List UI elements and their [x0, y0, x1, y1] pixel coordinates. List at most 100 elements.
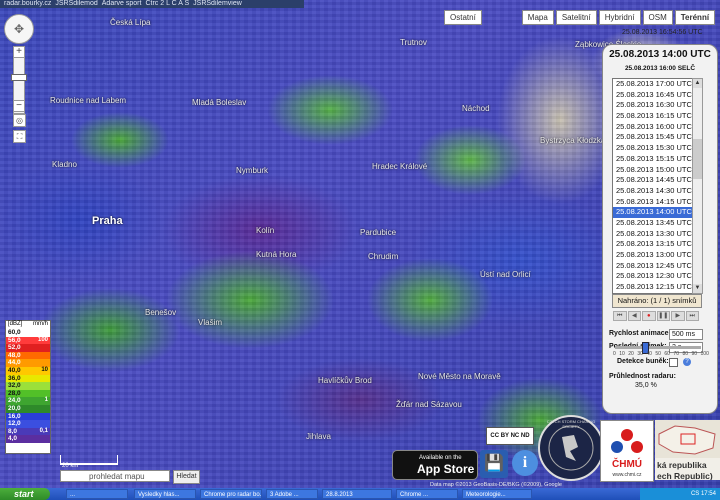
- chmu-logo[interactable]: ČHMÚ www.chmi.cz: [600, 420, 654, 482]
- map-type-hybrid-button[interactable]: Hybridní: [598, 10, 641, 25]
- taskbar-task[interactable]: 3 Adobe ...: [266, 489, 318, 499]
- city-label: Kutná Hora: [256, 250, 297, 259]
- first-frame-icon[interactable]: ⏮: [613, 311, 627, 321]
- map-type-satellite-button[interactable]: Satelitní: [555, 10, 597, 25]
- time-list-item[interactable]: 25.08.2013 13:15 UTC: [613, 239, 693, 250]
- opacity-tick: 20: [628, 351, 634, 357]
- map-scale-label: 20 km: [62, 463, 79, 469]
- legend-row: 28,0: [6, 389, 50, 398]
- taskbar-task[interactable]: 28.8.2013: [322, 489, 392, 499]
- load-frames-button[interactable]: Nahráno: (1 / 1) snímků: [612, 294, 702, 308]
- fullscreen-icon[interactable]: ⛶: [13, 130, 26, 143]
- opacity-slider-track[interactable]: [615, 346, 701, 349]
- legend-dbz-value: 60,0: [8, 329, 21, 336]
- pause-icon[interactable]: ❚❚: [656, 311, 670, 321]
- opacity-tick: 50: [655, 351, 661, 357]
- time-list-item[interactable]: 25.08.2013 14:30 UTC: [613, 186, 693, 197]
- legend-dbz-value: 8,0: [8, 427, 18, 435]
- map-type-terrain-button[interactable]: Terénní: [674, 10, 716, 25]
- pan-control[interactable]: ✥: [4, 14, 34, 44]
- cz-overview-map[interactable]: ká republika ech Republic): [655, 420, 720, 480]
- opacity-tick: 60: [664, 351, 670, 357]
- zoom-out-button[interactable]: −: [13, 100, 25, 112]
- time-list[interactable]: 25.08.2013 17:00 UTC 25.08.2013 16:45 UTC…: [612, 78, 694, 294]
- city-label: Pardubice: [360, 228, 397, 237]
- scroll-up-icon[interactable]: ▲: [693, 79, 702, 88]
- time-list-item[interactable]: 25.08.2013 12:30 UTC: [613, 271, 693, 282]
- location-icon[interactable]: ◎: [13, 114, 26, 127]
- city-label: Jihlava: [306, 432, 331, 441]
- browser-tab[interactable]: Čtrc 2 L C A S: [145, 0, 189, 8]
- storm-chasing-logo[interactable]: CZECH STORM CHASING SOCIETY: [538, 415, 604, 481]
- last-frame-icon[interactable]: ⏭: [685, 311, 699, 321]
- browser-tab[interactable]: radar.bourky.cz: [4, 0, 51, 8]
- animation-panel: 25.08.2013 14:00 UTC 25.08.2013 16:00 SE…: [602, 44, 718, 414]
- city-label: Náchod: [462, 104, 490, 113]
- time-list-item[interactable]: 25.08.2013 13:45 UTC: [613, 218, 693, 229]
- map-search-input[interactable]: prohledat mapu: [60, 470, 170, 482]
- cz-map-line1: ká republika: [657, 460, 707, 470]
- time-list-item[interactable]: 25.08.2013 15:15 UTC: [613, 154, 693, 165]
- taskbar-task[interactable]: Vysledky hlas...: [134, 489, 196, 499]
- time-list-item[interactable]: 25.08.2013 15:00 UTC: [613, 165, 693, 176]
- pan-arrows-icon: ✥: [13, 22, 25, 36]
- speed-select[interactable]: 500 ms: [669, 329, 703, 340]
- time-list-item[interactable]: 25.08.2013 16:00 UTC: [613, 122, 693, 133]
- legend-mmh-value: 1: [44, 397, 48, 404]
- windows-taskbar: start ... Vysledky hlas... Chrome pro rada…: [0, 488, 720, 500]
- city-label: Trutnov: [400, 38, 427, 47]
- play-icon[interactable]: ●: [642, 311, 656, 321]
- time-list-item[interactable]: 25.08.2013 12:15 UTC: [613, 282, 693, 293]
- time-list-item[interactable]: 25.08.2013 13:30 UTC: [613, 229, 693, 240]
- prev-frame-icon[interactable]: ◀: [627, 311, 641, 321]
- taskbar-task[interactable]: ...: [66, 489, 128, 499]
- map-search-button[interactable]: Hledat: [173, 470, 200, 484]
- time-list-item[interactable]: 25.08.2013 12:45 UTC: [613, 261, 693, 272]
- time-list-item[interactable]: 25.08.2013 13:00 UTC: [613, 250, 693, 261]
- time-list-item[interactable]: 25.08.2013 15:30 UTC: [613, 143, 693, 154]
- legend-row: 44,0: [6, 359, 50, 367]
- info-icon[interactable]: i: [512, 450, 538, 476]
- time-list-item[interactable]: 25.08.2013 16:30 UTC: [613, 100, 693, 111]
- save-icon[interactable]: 💾: [480, 450, 508, 478]
- time-list-item[interactable]: 25.08.2013 15:45 UTC: [613, 132, 693, 143]
- legend-header: [dBZ] mm/h: [6, 321, 50, 329]
- legend-row: 32,0: [6, 382, 50, 390]
- time-list-item[interactable]: 25.08.2013 16:15 UTC: [613, 111, 693, 122]
- time-list-item[interactable]: 25.08.2013 14:00 UTC: [613, 207, 693, 218]
- time-list-scrollbar[interactable]: ▲ ▼: [692, 78, 703, 294]
- taskbar-task[interactable]: Meteorologie...: [462, 489, 532, 499]
- map-type-other-button[interactable]: Ostatní: [444, 10, 482, 25]
- scroll-down-icon[interactable]: ▼: [693, 284, 702, 293]
- browser-tab[interactable]: JSRSdilemod: [55, 0, 97, 8]
- legend-mmh-value: 10: [41, 366, 48, 373]
- system-tray: CS 17:54: [640, 488, 720, 500]
- cells-checkbox[interactable]: [669, 358, 678, 367]
- time-list-item[interactable]: 25.08.2013 14:45 UTC: [613, 175, 693, 186]
- start-button[interactable]: start: [0, 488, 50, 500]
- app-store-badge[interactable]: Available on the App Store: [392, 450, 478, 480]
- legend-dbz-value: 40,0: [8, 366, 21, 374]
- map-type-osm-button[interactable]: OSM: [642, 10, 673, 25]
- cc-license-badge[interactable]: CC BY NC ND: [486, 427, 534, 445]
- zoom-in-button[interactable]: +: [13, 46, 25, 58]
- scroll-thumb[interactable]: [693, 139, 702, 179]
- time-list-item[interactable]: 25.08.2013 16:45 UTC: [613, 90, 693, 101]
- browser-tab[interactable]: JSRSdilemview: [193, 0, 242, 8]
- map-type-map-button[interactable]: Mapa: [521, 10, 554, 25]
- taskbar-task[interactable]: Chrome pro radar bo...: [200, 489, 262, 499]
- browser-tab[interactable]: Adarve sport: [102, 0, 142, 8]
- city-label: Vlašim: [198, 318, 223, 327]
- legend-row: 4,0: [6, 435, 50, 443]
- zoom-slider-handle[interactable]: [11, 74, 27, 81]
- legend-dbz-value: 20,0: [8, 404, 21, 412]
- next-frame-icon[interactable]: ▶: [671, 311, 685, 321]
- city-label: Benešov: [145, 308, 177, 317]
- taskbar-task[interactable]: Chrome ...: [396, 489, 458, 499]
- help-icon[interactable]: ?: [683, 358, 691, 366]
- time-list-item[interactable]: 25.08.2013 17:00 UTC: [613, 79, 693, 90]
- time-list-item[interactable]: 25.08.2013 14:15 UTC: [613, 197, 693, 208]
- legend-dbz-value: 32,0: [8, 382, 21, 390]
- city-label: Mladá Boleslav: [192, 98, 247, 107]
- legend-unit-mmh: mm/h: [33, 321, 48, 327]
